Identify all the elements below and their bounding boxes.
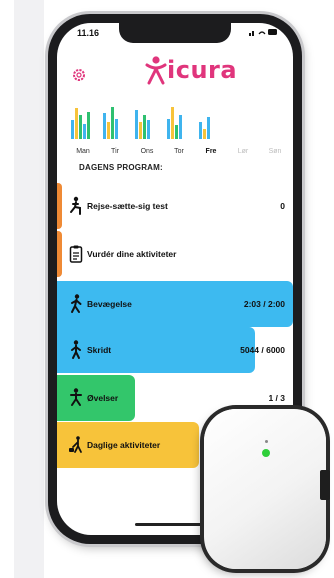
signal-wifi-battery-icon — [249, 29, 277, 36]
day-activity-bars — [199, 103, 223, 139]
day-activity-bars — [103, 103, 127, 139]
sensor-led-light — [262, 449, 270, 457]
day-column[interactable]: Man — [69, 89, 97, 161]
activity-bar — [207, 117, 210, 139]
icura-person-logo-icon — [145, 56, 167, 85]
day-activity-bars — [231, 103, 255, 139]
activity-bar — [199, 122, 202, 139]
day-label: Man — [76, 148, 90, 155]
activity-bar — [107, 122, 110, 139]
program-item[interactable]: Vurdér dine aktiviteter — [57, 231, 293, 277]
program-item[interactable]: Rejse-sætte-sig test — [57, 183, 293, 229]
status-time: 11.16 — [77, 28, 100, 38]
icura-logo: icura — [145, 53, 237, 87]
status-icons — [249, 28, 279, 38]
day-column[interactable]: Ons — [133, 89, 161, 161]
day-column[interactable]: Lør — [229, 89, 257, 161]
program-item-value: 1 / 3 — [268, 393, 285, 403]
day-column[interactable]: Tor — [165, 89, 193, 161]
activity-bar — [79, 115, 82, 139]
pending-indicator — [57, 183, 62, 229]
activity-bar — [171, 107, 174, 139]
program-item[interactable]: Øvelser — [57, 375, 135, 421]
day-label: Tir — [111, 148, 119, 155]
activity-bar — [139, 122, 142, 139]
activity-bar — [167, 119, 170, 139]
exercise-person-icon — [69, 388, 83, 408]
program-item[interactable]: Daglige aktiviteter — [57, 422, 199, 468]
activity-bar — [135, 110, 138, 139]
day-label: Søn — [268, 148, 282, 155]
day-column[interactable]: Søn — [261, 89, 289, 161]
background-strip — [14, 0, 44, 578]
walking-person-icon — [69, 294, 83, 314]
day-activity-bars — [135, 103, 159, 139]
sensor-clip — [320, 470, 330, 500]
activity-bar — [179, 115, 182, 139]
program-item[interactable]: Skridt — [57, 327, 255, 373]
activity-bar — [75, 108, 78, 139]
program-item-label: Øvelser — [87, 393, 119, 403]
program-item-label: Skridt — [87, 345, 112, 355]
program-item-label: Daglige aktiviteter — [87, 440, 161, 450]
program-item-label: Rejse-sætte-sig test — [87, 201, 168, 211]
day-activity-bars — [263, 103, 287, 139]
day-label: Ons — [140, 148, 154, 155]
program-item[interactable]: Bevægelse — [57, 281, 293, 327]
week-activity-overview: Man Tir Ons Tor Fre Lør Søn — [57, 89, 293, 161]
day-activity-bars — [167, 103, 191, 139]
activity-bar — [175, 125, 178, 139]
sensor-indicator-dot — [265, 440, 268, 443]
day-column[interactable]: Tir — [101, 89, 129, 161]
settings-gear-icon[interactable] — [71, 67, 87, 83]
sit-stand-icon — [69, 196, 83, 216]
activity-bar — [203, 129, 206, 139]
vacuum-icon — [69, 435, 83, 455]
activity-bar — [115, 119, 118, 139]
activity-bar — [87, 112, 90, 139]
activity-bar — [147, 120, 150, 139]
activity-bar — [71, 120, 74, 139]
day-activity-bars — [71, 103, 95, 139]
clipboard-icon — [69, 244, 83, 264]
steps-person-icon — [69, 340, 83, 360]
pending-indicator — [57, 231, 62, 277]
activity-bar — [83, 124, 86, 139]
activity-bar — [111, 107, 114, 139]
activity-sensor-device — [204, 409, 326, 569]
day-column[interactable]: Fre — [197, 89, 225, 161]
program-item-label: Vurdér dine aktiviteter — [87, 249, 177, 259]
activity-bar — [143, 115, 146, 139]
program-heading: DAGENS PROGRAM: — [79, 163, 163, 172]
day-label: Tor — [174, 148, 184, 155]
day-label: Fre — [205, 148, 217, 155]
logo-wordmark: icura — [167, 56, 238, 84]
activity-bar — [103, 113, 106, 139]
phone-notch — [119, 23, 231, 43]
program-item-label: Bevægelse — [87, 299, 132, 309]
day-label: Lør — [237, 148, 249, 155]
